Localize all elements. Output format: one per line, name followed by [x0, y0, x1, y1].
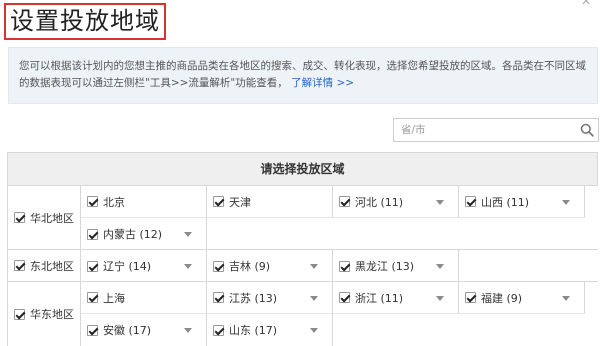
chevron-down-icon[interactable] — [310, 264, 318, 269]
region-label: 华东地区 — [30, 308, 74, 321]
province-shanghai[interactable]: 上海 — [81, 282, 207, 314]
province-checkbox[interactable] — [87, 196, 98, 207]
province-label: 浙江 (11) — [355, 291, 404, 305]
province-anhui[interactable]: 安徽 (17) — [81, 314, 207, 346]
province-label: 山西 (11) — [481, 195, 530, 209]
province-label: 内蒙古 (12) — [103, 228, 163, 241]
province-hebei[interactable]: 河北 (11) — [333, 186, 459, 218]
region-row-east: 华东地区 上海 江苏 (13) 浙江 (11) 福建 (9) 安徽 (17) 山… — [8, 282, 598, 346]
province-fujian[interactable]: 福建 (9) — [459, 282, 585, 314]
province-list: 上海 江苏 (13) 浙江 (11) 福建 (9) 安徽 (17) 山东 (17… — [81, 282, 598, 346]
province-checkbox[interactable] — [213, 260, 224, 272]
province-checkbox[interactable] — [465, 292, 476, 303]
info-notice: 您可以根据该计划内的您想主推的商品品类在各地区的搜索、成交、转化表现，选择您希望… — [8, 47, 598, 104]
region-checkbox[interactable] — [14, 308, 25, 320]
province-checkbox[interactable] — [213, 196, 224, 207]
dialog-title: 设置投放地域 — [4, 3, 166, 40]
province-neimenggu[interactable]: 内蒙古 (12) — [81, 218, 207, 250]
chevron-down-icon[interactable] — [310, 328, 318, 333]
province-jiangsu[interactable]: 江苏 (13) — [207, 282, 333, 314]
region-label: 华北地区 — [30, 211, 74, 225]
region-search-input[interactable] — [401, 119, 571, 141]
province-label: 天津 — [229, 195, 251, 209]
region-row-northeast: 东北地区 辽宁 (14) 吉林 (9) 黑龙江 (13) — [8, 250, 598, 282]
region-row-north: 华北地区 北京 天津 河北 (11) 山西 (11) 内蒙古 (12) — [8, 186, 598, 250]
province-jilin[interactable]: 吉林 (9) — [207, 250, 333, 282]
province-beijing[interactable]: 北京 — [81, 186, 207, 218]
province-heilongjiang[interactable]: 黑龙江 (13) — [333, 250, 459, 282]
province-label: 吉林 (9) — [229, 260, 271, 273]
region-north[interactable]: 华北地区 — [8, 186, 81, 249]
close-icon[interactable]: × — [578, 0, 594, 10]
chevron-down-icon[interactable] — [184, 264, 192, 269]
province-label: 山东 (17) — [229, 324, 278, 337]
chevron-down-icon[interactable] — [184, 328, 192, 333]
province-checkbox[interactable] — [87, 324, 98, 336]
province-checkbox[interactable] — [213, 324, 224, 336]
chevron-down-icon[interactable] — [562, 296, 570, 301]
province-label: 北京 — [103, 195, 125, 209]
province-liaoning[interactable]: 辽宁 (14) — [81, 250, 207, 282]
province-shanxi[interactable]: 山西 (11) — [459, 186, 585, 218]
province-list: 北京 天津 河北 (11) 山西 (11) 内蒙古 (12) — [81, 186, 598, 250]
province-tianjin[interactable]: 天津 — [207, 186, 333, 218]
chevron-down-icon[interactable] — [436, 200, 444, 205]
learn-more-link[interactable]: 了解详情 >> — [291, 77, 354, 89]
chevron-down-icon[interactable] — [562, 200, 570, 205]
chevron-down-icon[interactable] — [184, 232, 192, 237]
region-northeast[interactable]: 东北地区 — [8, 250, 81, 281]
province-label: 福建 (9) — [481, 291, 523, 305]
chevron-down-icon[interactable] — [436, 296, 444, 301]
province-checkbox[interactable] — [87, 260, 98, 272]
province-checkbox[interactable] — [339, 292, 350, 303]
region-checkbox[interactable] — [14, 260, 25, 271]
province-list: 辽宁 (14) 吉林 (9) 黑龙江 (13) — [81, 250, 598, 282]
province-label: 河北 (11) — [355, 195, 404, 209]
province-checkbox[interactable] — [87, 292, 98, 303]
province-checkbox[interactable] — [87, 228, 98, 240]
region-label: 东北地区 — [30, 259, 74, 273]
province-checkbox[interactable] — [465, 196, 476, 207]
province-checkbox[interactable] — [339, 260, 350, 272]
search-icon[interactable] — [580, 123, 594, 137]
province-zhejiang[interactable]: 浙江 (11) — [333, 282, 459, 314]
chevron-down-icon[interactable] — [436, 264, 444, 269]
province-checkbox[interactable] — [213, 292, 224, 303]
province-label: 黑龙江 (13) — [355, 260, 415, 273]
province-label: 辽宁 (14) — [103, 260, 152, 273]
grid-header: 请选择投放区域 — [8, 153, 598, 186]
region-checkbox[interactable] — [14, 212, 25, 223]
province-shandong[interactable]: 山东 (17) — [207, 314, 333, 346]
province-label: 上海 — [103, 291, 125, 305]
region-east[interactable]: 华东地区 — [8, 282, 81, 346]
province-checkbox[interactable] — [339, 196, 350, 207]
chevron-down-icon[interactable] — [310, 296, 318, 301]
region-grid: 请选择投放区域 华北地区 北京 天津 河北 (11) 山西 (11) 内蒙古 (… — [7, 152, 598, 346]
province-label: 安徽 (17) — [103, 324, 152, 337]
province-label: 江苏 (13) — [229, 291, 278, 305]
region-search — [393, 118, 599, 142]
